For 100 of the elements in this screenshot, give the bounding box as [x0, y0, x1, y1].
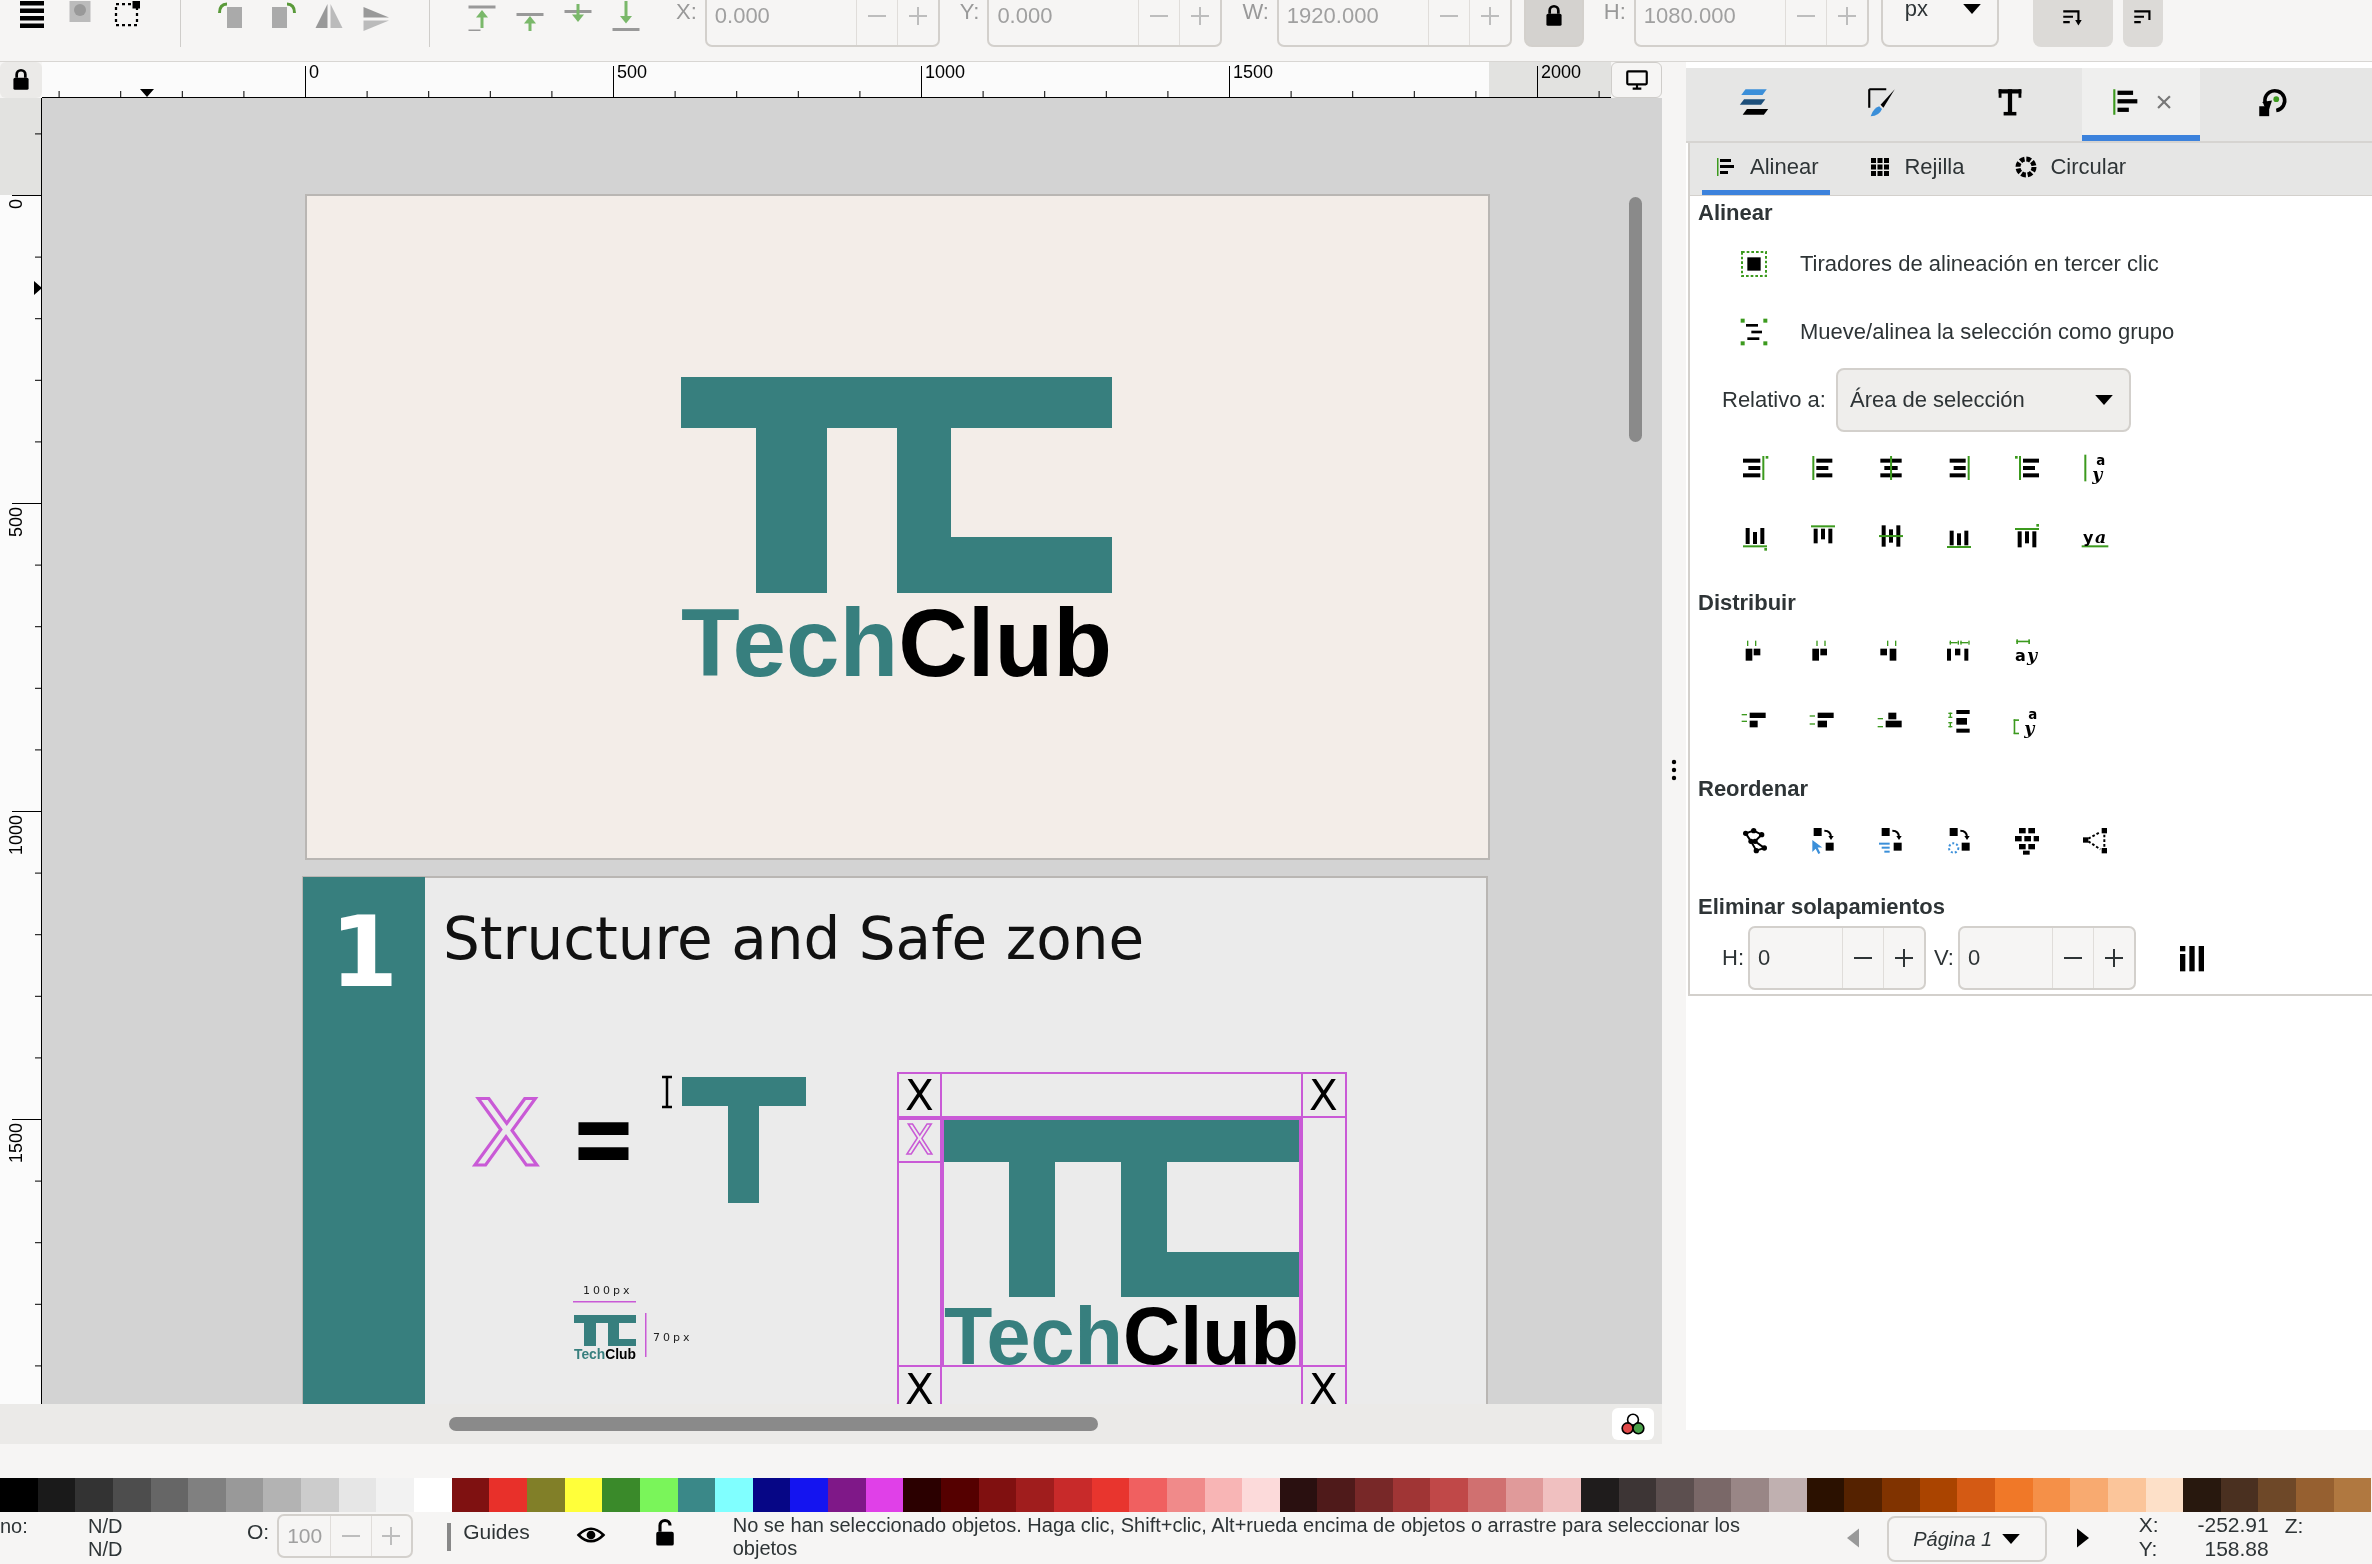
color-swatch[interactable] [37, 1478, 76, 1512]
color-swatch[interactable] [1016, 1478, 1054, 1512]
lock-button[interactable] [1523, 0, 1584, 47]
color-swatch[interactable] [1844, 1478, 1883, 1512]
color-swatch[interactable] [941, 1478, 979, 1512]
color-swatch[interactable] [1204, 1478, 1243, 1512]
color-swatch[interactable] [1882, 1478, 1920, 1512]
color-swatch[interactable] [2107, 1478, 2146, 1512]
color-swatch[interactable] [1430, 1478, 1468, 1512]
color-swatch[interactable] [301, 1478, 339, 1512]
color-swatch[interactable] [0, 1478, 38, 1512]
color-swatch[interactable] [376, 1478, 415, 1512]
color-swatch[interactable] [150, 1478, 189, 1512]
color-swatch[interactable] [1580, 1478, 1619, 1512]
color-swatch[interactable] [2070, 1478, 2108, 1512]
dialog-tab[interactable]: Rejilla [1856, 143, 1977, 195]
color-swatch[interactable] [1317, 1478, 1356, 1512]
color-swatch[interactable] [1957, 1478, 1995, 1512]
color-swatch[interactable] [2296, 1478, 2334, 1512]
color-swatch[interactable] [2032, 1478, 2071, 1512]
color-swatch[interactable] [639, 1478, 678, 1512]
color-swatch[interactable] [2145, 1478, 2184, 1512]
color-swatch[interactable] [677, 1478, 716, 1512]
layer-name[interactable]: Guides [463, 1520, 530, 1544]
plus-icon [381, 1526, 402, 1546]
color-swatch[interactable] [2258, 1478, 2297, 1512]
fill-value: N/D [88, 1515, 123, 1537]
color-swatch[interactable] [1392, 1478, 1431, 1512]
panel-tab[interactable]: × [2082, 68, 2200, 141]
color-swatch[interactable] [1355, 1478, 1393, 1512]
lock-button[interactable] [0, 62, 42, 98]
toolbar-button[interactable] [2122, 0, 2163, 47]
color-swatch[interactable] [1769, 1478, 1807, 1512]
color-swatch[interactable] [602, 1478, 640, 1512]
scrollbar-thumb[interactable] [1629, 197, 1642, 442]
previous-page-icon[interactable] [1846, 1528, 1859, 1548]
logo-text: TechClub [944, 1290, 1306, 1381]
color-swatch[interactable] [1166, 1478, 1205, 1512]
toolbar-button[interactable] [2032, 0, 2113, 47]
relative-to-dropdown[interactable]: Área de selección [1835, 368, 2131, 432]
color-swatch[interactable] [2183, 1478, 2221, 1512]
color-swatch[interactable] [1806, 1478, 1845, 1512]
color-swatch[interactable] [526, 1478, 565, 1512]
color-swatch[interactable] [225, 1478, 264, 1512]
next-page-icon[interactable] [2076, 1528, 2089, 1548]
color-swatch[interactable] [1053, 1478, 1092, 1512]
color-swatch[interactable] [1279, 1478, 1318, 1512]
color-swatch[interactable] [75, 1478, 113, 1512]
close-button[interactable]: × [2155, 86, 2173, 117]
plus-icon [1479, 6, 1500, 26]
color-swatch[interactable] [828, 1478, 866, 1512]
field-label: H: [1722, 945, 1744, 971]
monitor-icon [1623, 67, 1650, 93]
number-field[interactable]: 0 [1958, 926, 2136, 990]
color-swatch[interactable] [414, 1478, 452, 1512]
color-swatch[interactable] [338, 1478, 377, 1512]
color-swatch[interactable] [1656, 1478, 1694, 1512]
field-label: X: [676, 0, 697, 25]
color-swatch[interactable] [2220, 1478, 2259, 1512]
number-field[interactable]: 0 [1748, 926, 1926, 990]
color-swatch[interactable] [188, 1478, 226, 1512]
drag-handle-icon[interactable] [1671, 759, 1677, 781]
color-manage-button[interactable] [1612, 1408, 1654, 1440]
color-swatch[interactable] [564, 1478, 603, 1512]
dialog-tab[interactable]: Alinear [1702, 143, 1831, 195]
color-swatch[interactable] [489, 1478, 527, 1512]
horizontal-ruler: 0 500 1000 1500 2000 [42, 62, 1611, 98]
color-swatch[interactable] [263, 1478, 302, 1512]
scrollbar-thumb[interactable] [449, 1417, 1098, 1431]
field-label: Y: [959, 0, 980, 25]
color-swatch[interactable] [451, 1478, 490, 1512]
color-swatch[interactable] [865, 1478, 904, 1512]
color-swatch[interactable] [1468, 1478, 1506, 1512]
color-swatch[interactable] [2333, 1478, 2372, 1512]
color-swatch[interactable] [1693, 1478, 1732, 1512]
color-swatch[interactable] [1505, 1478, 1544, 1512]
corner-mark: X [1309, 1071, 1338, 1120]
caret-icon [2002, 1533, 2021, 1545]
handles-toggle-icon[interactable] [1738, 248, 1770, 280]
outlined-letter: X [905, 1117, 934, 1163]
dialog-tab[interactable]: Circular [2002, 143, 2139, 195]
height-label: 70px [653, 1331, 693, 1344]
color-swatch[interactable] [1091, 1478, 1130, 1512]
color-swatch[interactable] [903, 1478, 941, 1512]
color-swatch[interactable] [1543, 1478, 1581, 1512]
minus-icon [1854, 957, 1872, 959]
group-toggle-icon[interactable] [1738, 316, 1770, 348]
color-swatch[interactable] [112, 1478, 151, 1512]
unit-dropdown[interactable]: px [1880, 0, 1999, 47]
color-swatch[interactable] [715, 1478, 753, 1512]
color-swatch[interactable] [1129, 1478, 1167, 1512]
color-swatch[interactable] [1994, 1478, 2033, 1512]
color-swatch[interactable] [1618, 1478, 1657, 1512]
color-swatch[interactable] [1919, 1478, 1958, 1512]
color-swatch[interactable] [1731, 1478, 1770, 1512]
page-dropdown[interactable]: Página 1 [1886, 1516, 2047, 1562]
color-swatch[interactable] [752, 1478, 791, 1512]
color-swatch[interactable] [790, 1478, 829, 1512]
color-swatch[interactable] [1242, 1478, 1280, 1512]
color-swatch[interactable] [978, 1478, 1017, 1512]
